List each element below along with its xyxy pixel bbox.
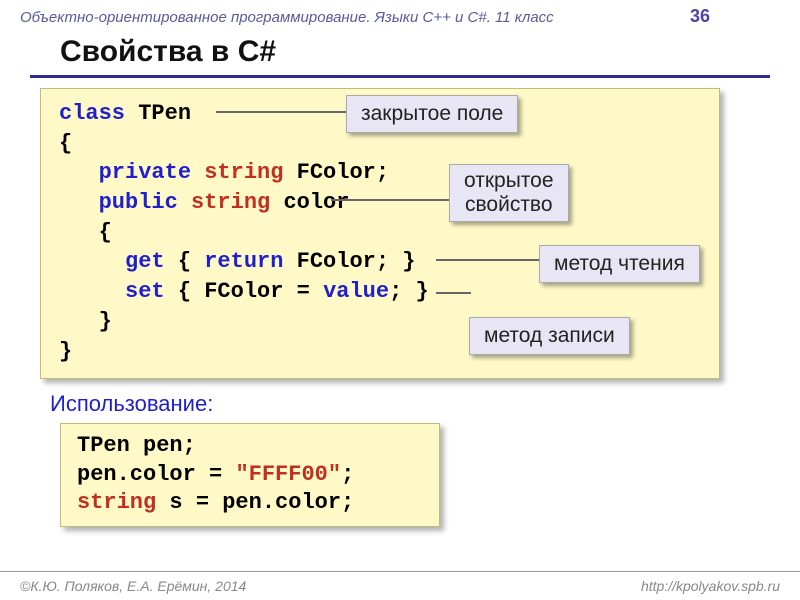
- code-text: s = pen.color;: [156, 490, 354, 515]
- code-text: ;: [341, 462, 354, 487]
- code-text: color: [270, 190, 349, 215]
- code-text: {: [59, 218, 701, 248]
- code-text: { FColor =: [165, 279, 323, 304]
- code-block-class: class TPen { private string FColor; publ…: [40, 88, 720, 379]
- connector-line: [216, 111, 346, 113]
- kw-set: set: [59, 279, 165, 304]
- callout-setter: метод записи: [469, 317, 630, 355]
- code-text: {: [165, 249, 205, 274]
- callout-line: свойство: [465, 193, 553, 216]
- callout-line: открытое: [464, 169, 554, 192]
- code-text: FColor;: [283, 160, 389, 185]
- code-text: FColor; }: [283, 249, 415, 274]
- code-text: pen.color =: [77, 462, 235, 487]
- kw-string: string: [178, 190, 270, 215]
- connector-line: [331, 199, 451, 201]
- course-title: Объектно-ориентированное программировани…: [20, 9, 554, 26]
- connector-line: [436, 259, 541, 261]
- code-text: ; }: [389, 279, 429, 304]
- kw-public: public: [59, 190, 178, 215]
- kw-get: get: [59, 249, 165, 274]
- page-number: 36: [690, 6, 780, 27]
- kw-return: return: [204, 249, 283, 274]
- usage-label: Использование:: [0, 379, 800, 417]
- footer-url: http://kpolyakov.spb.ru: [641, 578, 780, 594]
- code-block-usage: TPen pen; pen.color = "FFFF00"; string s…: [60, 423, 440, 527]
- connector-line: [436, 292, 471, 294]
- callout-public-property: открытое свойство: [449, 164, 569, 222]
- kw-class: class: [59, 101, 125, 126]
- string-literal: "FFFF00": [235, 462, 341, 487]
- footer-authors: ©К.Ю. Поляков, Е.А. Ерёмин, 2014: [20, 578, 246, 594]
- kw-string: string: [191, 160, 283, 185]
- code-text: TPen pen;: [77, 432, 423, 461]
- callout-getter: метод чтения: [539, 245, 700, 283]
- callout-private-field: закрытое поле: [346, 95, 518, 133]
- slide-title: Свойства в C#: [30, 31, 770, 78]
- kw-string: string: [77, 490, 156, 515]
- slide-footer: ©К.Ю. Поляков, Е.А. Ерёмин, 2014 http://…: [0, 571, 800, 600]
- code-text: TPen: [125, 101, 191, 126]
- slide-header: Объектно-ориентированное программировани…: [0, 0, 800, 31]
- kw-private: private: [59, 160, 191, 185]
- kw-value: value: [323, 279, 389, 304]
